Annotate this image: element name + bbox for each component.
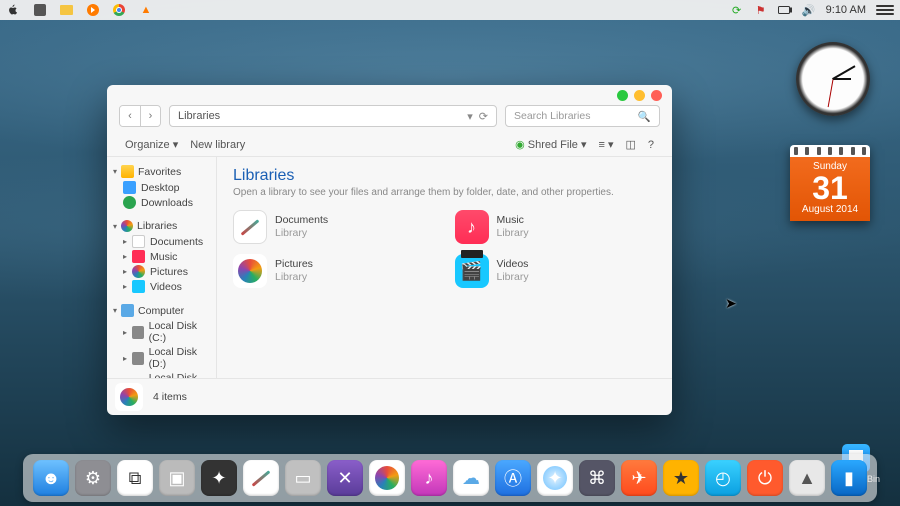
new-library-button[interactable]: New library bbox=[186, 137, 249, 153]
sidebar-item-videos[interactable]: ▸Videos bbox=[109, 279, 214, 294]
explorer-window: ‹ › Libraries ▾ ⟳ Search Libraries 🔍 Orga… bbox=[107, 85, 672, 415]
power-dock-icon[interactable]: ⏻ bbox=[747, 460, 783, 496]
nav-buttons: ‹ › bbox=[119, 105, 161, 127]
disk-icon bbox=[132, 352, 144, 365]
close-button[interactable] bbox=[651, 90, 662, 101]
sidebar-group-libraries[interactable]: ▾Libraries bbox=[109, 218, 214, 234]
titlebar[interactable] bbox=[107, 85, 672, 105]
volume-icon[interactable]: 🔊 bbox=[802, 3, 816, 17]
vlc-icon[interactable]: ▲ bbox=[139, 3, 153, 17]
mouse-cursor: ➤ bbox=[725, 295, 737, 312]
downloads-icon bbox=[123, 196, 136, 209]
utility-dock-icon[interactable]: ⌘ bbox=[579, 460, 615, 496]
system-dock-icon[interactable]: ✕ bbox=[327, 460, 363, 496]
chrome-icon[interactable] bbox=[113, 4, 125, 16]
dock: ☻ ⚙ ⧉ ▣ ✦ ▭ ✕ ♪ ☁ Ⓐ ✦ ⌘ ✈ ★ ◴ ⏻ ▲ ▮ bbox=[23, 454, 877, 502]
toolbar: Organize ▾ New library ◉ Shred File ▾ ≡ … bbox=[107, 133, 672, 157]
sidebar-item-disk-e[interactable]: ▸Local Disk (E:) bbox=[109, 371, 214, 378]
clock-dock-icon[interactable]: ◴ bbox=[705, 460, 741, 496]
battery-icon[interactable] bbox=[778, 3, 792, 17]
disk-icon bbox=[132, 326, 144, 339]
computer-icon bbox=[121, 304, 134, 317]
search-box[interactable]: Search Libraries 🔍 bbox=[505, 105, 660, 127]
gallery-dock-icon[interactable]: ⧉ bbox=[117, 460, 153, 496]
library-music[interactable]: ♪ MusicLibrary bbox=[455, 210, 657, 244]
drive-dock-icon[interactable]: ▣ bbox=[159, 460, 195, 496]
sidebar-item-documents[interactable]: ▸Documents bbox=[109, 234, 214, 249]
folder-icon[interactable] bbox=[60, 5, 73, 15]
view-options-button[interactable]: ≡ ▾ bbox=[594, 136, 617, 153]
media-player-icon[interactable] bbox=[87, 4, 99, 16]
textedit-dock-icon[interactable] bbox=[243, 460, 279, 496]
action-center-icon[interactable]: ⚑ bbox=[754, 3, 768, 17]
library-pictures[interactable]: PicturesLibrary bbox=[233, 254, 435, 288]
preview-pane-button[interactable]: ◫ bbox=[621, 136, 639, 153]
settings-dock-icon[interactable]: ⚙ bbox=[75, 460, 111, 496]
screen-dock-icon[interactable]: ▮ bbox=[831, 460, 867, 496]
videos-icon bbox=[132, 280, 145, 293]
clock-time[interactable]: 9:10 AM bbox=[826, 4, 866, 16]
icloud-dock-icon[interactable]: ☁ bbox=[453, 460, 489, 496]
video-editor-dock-icon[interactable]: ✦ bbox=[201, 460, 237, 496]
forward-button[interactable]: › bbox=[140, 106, 160, 126]
photos-dock-icon[interactable] bbox=[369, 460, 405, 496]
music-library-icon: ♪ bbox=[455, 210, 489, 244]
sidebar-item-desktop[interactable]: Desktop bbox=[109, 180, 214, 195]
status-bar: 4 items bbox=[107, 378, 672, 415]
star-icon bbox=[121, 165, 134, 178]
calendar-day: 31 bbox=[790, 172, 870, 204]
safari-dock-icon[interactable]: ✦ bbox=[537, 460, 573, 496]
finder-dock-icon[interactable]: ☻ bbox=[33, 460, 69, 496]
clock-widget[interactable] bbox=[796, 42, 870, 116]
appstore-dock-icon[interactable]: Ⓐ bbox=[495, 460, 531, 496]
documents-library-icon bbox=[233, 210, 267, 244]
search-icon: 🔍 bbox=[638, 110, 651, 123]
pictures-library-icon bbox=[233, 254, 267, 288]
sidebar-item-disk-c[interactable]: ▸Local Disk (C:) bbox=[109, 319, 214, 345]
address-text: Libraries bbox=[178, 110, 220, 122]
item-count: 4 items bbox=[153, 391, 187, 403]
sync-status-icon[interactable]: ⟳ bbox=[730, 3, 744, 17]
documents-icon bbox=[132, 235, 145, 248]
compass-dock-icon[interactable]: ✈ bbox=[621, 460, 657, 496]
list-menu-icon[interactable] bbox=[876, 5, 894, 15]
sidebar-group-favorites[interactable]: ▾Favorites bbox=[109, 163, 214, 180]
libraries-footer-icon bbox=[115, 383, 143, 411]
pictures-icon bbox=[132, 265, 145, 278]
refresh-icon[interactable]: ⟳ bbox=[479, 110, 488, 123]
sidebar-item-disk-d[interactable]: ▸Local Disk (D:) bbox=[109, 345, 214, 371]
tray-dock-icon[interactable]: ▭ bbox=[285, 460, 321, 496]
sidebar-item-music[interactable]: ▸Music bbox=[109, 249, 214, 264]
music-icon bbox=[132, 250, 145, 263]
desktop-icon bbox=[123, 181, 136, 194]
minimize-button[interactable] bbox=[617, 90, 628, 101]
address-bar[interactable]: Libraries ▾ ⟳ bbox=[169, 105, 497, 127]
organize-button[interactable]: Organize ▾ bbox=[121, 136, 182, 153]
apple-menu-icon[interactable] bbox=[6, 3, 20, 17]
calendar-month-year: August 2014 bbox=[790, 204, 870, 215]
sidebar-item-pictures[interactable]: ▸Pictures bbox=[109, 264, 214, 279]
dropdown-icon[interactable]: ▾ bbox=[467, 110, 473, 123]
search-placeholder: Search Libraries bbox=[514, 110, 590, 122]
content-title: Libraries bbox=[233, 167, 656, 185]
itunes-dock-icon[interactable]: ♪ bbox=[411, 460, 447, 496]
back-button[interactable]: ‹ bbox=[120, 106, 140, 126]
menubar: ▲ ⟳ ⚑ 🔊 9:10 AM bbox=[0, 0, 900, 20]
videos-library-icon: 🎬 bbox=[455, 254, 489, 288]
sidebar-group-computer[interactable]: ▾Computer bbox=[109, 302, 214, 319]
library-documents[interactable]: DocumentsLibrary bbox=[233, 210, 435, 244]
calculator-icon[interactable] bbox=[34, 4, 46, 16]
tips-dock-icon[interactable]: ★ bbox=[663, 460, 699, 496]
libraries-icon bbox=[121, 220, 133, 232]
library-videos[interactable]: 🎬 VideosLibrary bbox=[455, 254, 657, 288]
help-button[interactable]: ? bbox=[644, 137, 658, 153]
content-subtitle: Open a library to see your files and arr… bbox=[233, 187, 656, 198]
calendar-widget[interactable]: Sunday 31 August 2014 bbox=[790, 145, 870, 221]
sidebar: ▾Favorites Desktop Downloads ▾Libraries … bbox=[107, 157, 217, 378]
launchpad-dock-icon[interactable]: ▲ bbox=[789, 460, 825, 496]
shred-file-button[interactable]: ◉ Shred File ▾ bbox=[511, 136, 590, 153]
maximize-button[interactable] bbox=[634, 90, 645, 101]
content-pane: Libraries Open a library to see your fil… bbox=[217, 157, 672, 378]
sidebar-item-downloads[interactable]: Downloads bbox=[109, 195, 214, 210]
